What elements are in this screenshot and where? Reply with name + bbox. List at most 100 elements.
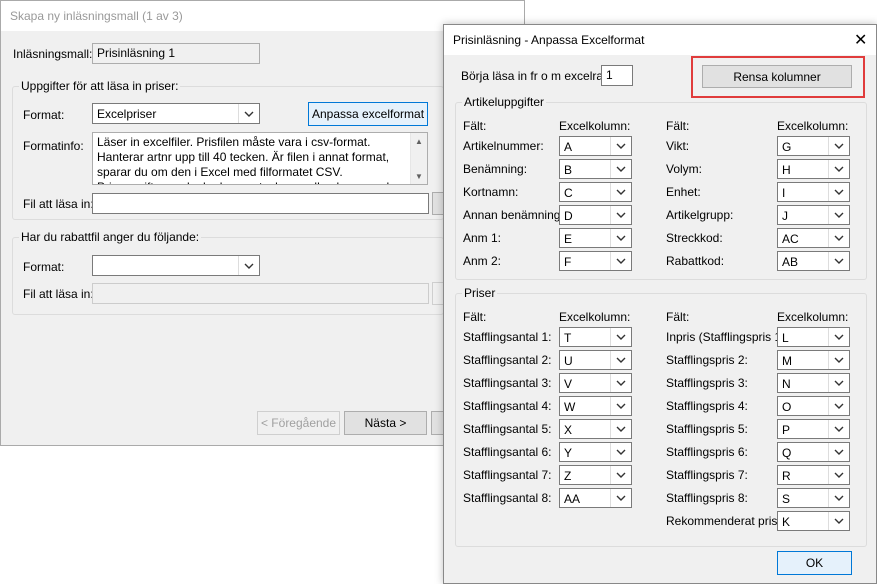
price-left-column-value-6: Y <box>564 446 573 460</box>
price-left-column-select-8[interactable]: AA <box>559 488 632 508</box>
price-right-column-select-1[interactable]: L <box>777 327 850 347</box>
chevron-down-icon[interactable] <box>610 374 631 392</box>
price-group-title: Priser <box>462 286 498 300</box>
scroll-down-icon[interactable]: ▼ <box>411 168 427 184</box>
chevron-down-icon[interactable] <box>238 104 259 123</box>
discount-format-label: Format: <box>23 260 65 274</box>
price-left-column-select-6[interactable]: Y <box>559 442 632 462</box>
formatinfo-label: Formatinfo: <box>23 139 84 153</box>
price-right-column-select-4[interactable]: O <box>777 396 850 416</box>
close-icon[interactable]: ✕ <box>854 30 867 50</box>
price-right-column-select-3[interactable]: N <box>777 373 850 393</box>
price-left-label-8: Stafflingsantal 8: <box>463 491 552 505</box>
price-right-column-select-5[interactable]: P <box>777 419 850 439</box>
price-right-column-select-2[interactable]: M <box>777 350 850 370</box>
clear-columns-button[interactable]: Rensa kolumner <box>702 65 852 88</box>
chevron-down-icon[interactable] <box>610 183 631 201</box>
format-select[interactable]: Excelpriser <box>92 103 260 124</box>
next-button[interactable]: Nästa > <box>344 411 427 435</box>
discount-format-select[interactable] <box>92 255 260 276</box>
price-field-header-left: Fält: <box>463 310 487 324</box>
article-right-label-5: Streckkod: <box>666 231 723 245</box>
chevron-down-icon[interactable] <box>610 420 631 438</box>
chevron-down-icon[interactable] <box>828 328 849 346</box>
article-right-column-value-5: AC <box>782 232 799 246</box>
chevron-down-icon[interactable] <box>828 466 849 484</box>
chevron-down-icon[interactable] <box>828 206 849 224</box>
chevron-down-icon[interactable] <box>610 443 631 461</box>
file-path-input[interactable] <box>92 193 429 214</box>
chevron-down-icon[interactable] <box>828 183 849 201</box>
chevron-down-icon[interactable] <box>610 229 631 247</box>
article-right-column-select-1[interactable]: G <box>777 136 850 156</box>
price-left-column-select-1[interactable]: T <box>559 327 632 347</box>
chevron-down-icon[interactable] <box>610 351 631 369</box>
chevron-down-icon[interactable] <box>828 397 849 415</box>
chevron-down-icon[interactable] <box>828 489 849 507</box>
price-left-column-value-7: Z <box>564 469 572 483</box>
discount-file-label: Fil att läsa in: <box>23 287 94 301</box>
chevron-down-icon[interactable] <box>610 489 631 507</box>
price-right-label-1: Inpris (Stafflingspris 1): <box>666 330 789 344</box>
article-right-column-select-6[interactable]: AB <box>777 251 850 271</box>
price-left-column-select-4[interactable]: W <box>559 396 632 416</box>
chevron-down-icon[interactable] <box>828 420 849 438</box>
scroll-up-icon[interactable]: ▲ <box>411 133 427 149</box>
price-left-column-select-5[interactable]: X <box>559 419 632 439</box>
chevron-down-icon[interactable] <box>610 397 631 415</box>
article-right-column-value-1: G <box>782 140 792 154</box>
article-left-column-select-1[interactable]: A <box>559 136 632 156</box>
chevron-down-icon[interactable] <box>610 252 631 270</box>
price-right-label-4: Stafflingspris 4: <box>666 399 748 413</box>
price-left-column-select-2[interactable]: U <box>559 350 632 370</box>
article-left-column-value-6: F <box>564 255 572 269</box>
start-row-input[interactable]: 1 <box>601 65 633 86</box>
discount-group-title: Har du rabattfil anger du följande: <box>19 230 202 244</box>
chevron-down-icon[interactable] <box>610 137 631 155</box>
article-right-column-select-3[interactable]: I <box>777 182 850 202</box>
price-right-column-select-7[interactable]: R <box>777 465 850 485</box>
price-right-column-select-9[interactable]: K <box>777 511 850 531</box>
article-left-column-select-4[interactable]: D <box>559 205 632 225</box>
article-right-column-select-4[interactable]: J <box>777 205 850 225</box>
article-right-column-value-2: H <box>782 163 791 177</box>
chevron-down-icon[interactable] <box>828 160 849 178</box>
article-right-column-select-5[interactable]: AC <box>777 228 850 248</box>
price-left-column-select-3[interactable]: V <box>559 373 632 393</box>
chevron-down-icon[interactable] <box>610 160 631 178</box>
chevron-down-icon[interactable] <box>828 252 849 270</box>
chevron-down-icon[interactable] <box>828 229 849 247</box>
article-left-column-select-6[interactable]: F <box>559 251 632 271</box>
price-right-column-value-4: O <box>782 400 792 414</box>
article-field-header-right: Fält: <box>666 119 690 133</box>
chevron-down-icon[interactable] <box>828 137 849 155</box>
price-info-group-title: Uppgifter för att läsa in priser: <box>19 79 181 93</box>
customize-excel-format-button[interactable]: Anpassa excelformat <box>308 102 428 126</box>
price-right-label-3: Stafflingspris 3: <box>666 376 748 390</box>
chevron-down-icon[interactable] <box>828 351 849 369</box>
chevron-down-icon[interactable] <box>828 443 849 461</box>
price-right-column-select-8[interactable]: S <box>777 488 850 508</box>
chevron-down-icon[interactable] <box>828 512 849 530</box>
chevron-down-icon[interactable] <box>610 328 631 346</box>
price-left-column-select-7[interactable]: Z <box>559 465 632 485</box>
article-left-column-select-2[interactable]: B <box>559 159 632 179</box>
article-column-header-left: Excelkolumn: <box>559 119 631 133</box>
ok-button[interactable]: OK <box>777 551 852 575</box>
dialog-titlebar: Prisinläsning - Anpassa Excelformat ✕ <box>444 25 876 55</box>
article-left-column-select-5[interactable]: E <box>559 228 632 248</box>
chevron-down-icon[interactable] <box>238 256 259 275</box>
chevron-down-icon[interactable] <box>828 374 849 392</box>
format-select-value: Excelpriser <box>97 107 157 121</box>
article-right-column-select-2[interactable]: H <box>777 159 850 179</box>
formatinfo-scrollbar[interactable]: ▲ ▼ <box>410 133 427 184</box>
chevron-down-icon[interactable] <box>610 206 631 224</box>
article-left-column-select-3[interactable]: C <box>559 182 632 202</box>
article-right-label-2: Volym: <box>666 162 703 176</box>
price-right-column-select-6[interactable]: Q <box>777 442 850 462</box>
previous-button: < Föregående <box>257 411 340 435</box>
chevron-down-icon[interactable] <box>610 466 631 484</box>
price-left-column-value-3: V <box>564 377 573 391</box>
discount-file-input <box>92 283 429 304</box>
price-right-label-8: Stafflingspris 8: <box>666 491 748 505</box>
